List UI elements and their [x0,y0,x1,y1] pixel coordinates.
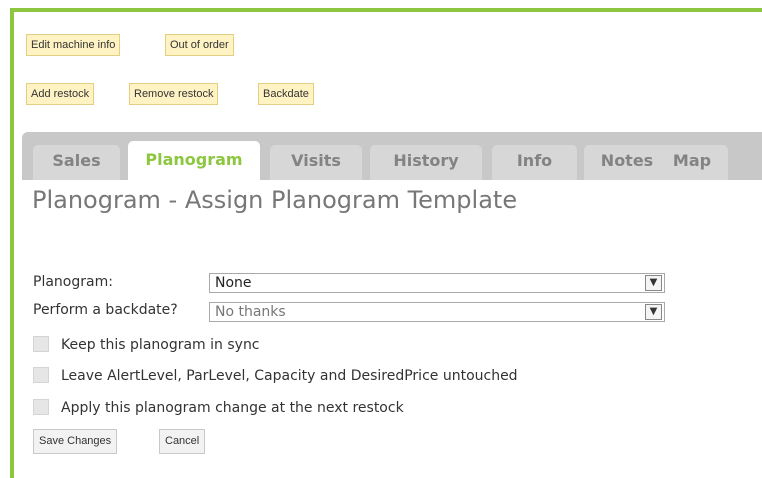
tab-sales[interactable]: Sales [33,145,120,180]
backdate-button[interactable]: Backdate [258,83,314,105]
planogram-select[interactable]: None ▼ [209,273,665,293]
tab-map[interactable]: Map [656,145,728,180]
tab-planogram[interactable]: Planogram [128,141,260,180]
save-changes-button[interactable]: Save Changes [33,429,118,454]
cancel-button[interactable]: Cancel [159,429,206,454]
tab-info[interactable]: Info [492,145,577,180]
chevron-down-icon[interactable]: ▼ [645,304,662,320]
edit-machine-info-button[interactable]: Edit machine info [26,34,121,56]
remove-restock-button[interactable]: Remove restock [129,83,219,105]
chevron-down-icon[interactable]: ▼ [645,275,662,291]
keep-in-sync-checkbox[interactable] [33,336,49,352]
leave-levels-untouched-label: Leave AlertLevel, ParLevel, Capacity and… [61,368,518,384]
page-title: Planogram - Assign Planogram Template [32,186,518,214]
add-restock-button[interactable]: Add restock [26,83,95,105]
frame-border-left [10,8,14,478]
apply-at-next-restock-checkbox[interactable] [33,399,49,415]
backdate-label: Perform a backdate? [33,302,178,318]
tab-bar: Sales Planogram Visits History Info Note… [22,132,762,180]
backdate-select-value: No thanks [215,304,286,320]
planogram-select-value: None [215,275,252,291]
apply-at-next-restock-label: Apply this planogram change at the next … [61,400,404,416]
out-of-order-button[interactable]: Out of order [165,34,234,56]
backdate-select[interactable]: No thanks ▼ [209,302,665,322]
keep-in-sync-label: Keep this planogram in sync [61,337,260,353]
leave-levels-untouched-checkbox[interactable] [33,367,49,383]
planogram-label: Planogram: [33,274,113,290]
tab-history[interactable]: History [370,145,482,180]
tab-visits[interactable]: Visits [270,145,362,180]
frame-border-top [10,8,762,12]
